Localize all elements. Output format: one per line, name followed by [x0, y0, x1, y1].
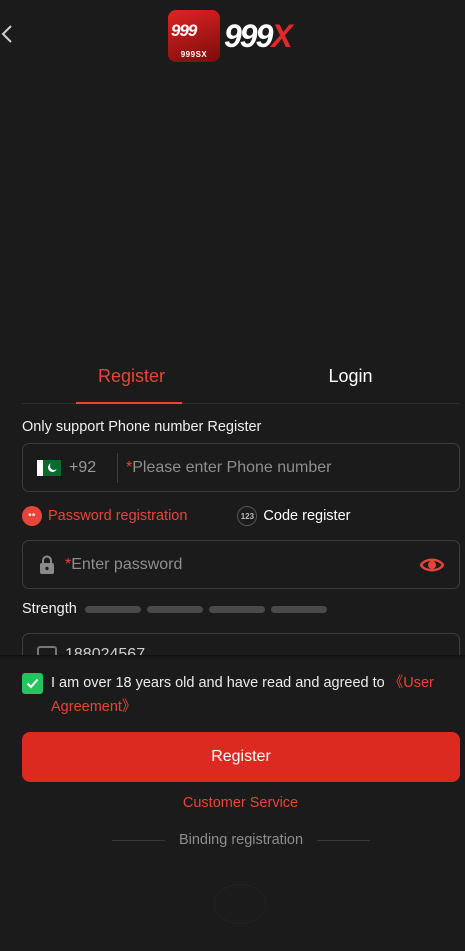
phone-field: +92 * [22, 443, 460, 492]
binding-option-icon[interactable] [214, 884, 266, 924]
tab-login[interactable]: Login [241, 352, 460, 403]
show-password-eye-icon[interactable] [419, 552, 445, 578]
strength-bar [208, 605, 265, 613]
password-registration-option[interactable]: ** Password registration [22, 506, 187, 526]
country-code[interactable]: +92 [69, 459, 109, 477]
back-button[interactable] [0, 22, 14, 46]
password-method-icon: ** [22, 506, 42, 526]
customer-service-link[interactable]: Customer Service [0, 795, 465, 811]
tab-register[interactable]: Register [22, 352, 241, 404]
strength-label: Strength [22, 601, 77, 617]
brand-logo: 999 999SX 999X [168, 10, 293, 62]
binding-registration: Binding registration [112, 832, 371, 848]
referral-field[interactable]: 188024567 [22, 633, 460, 655]
logo-badge: 999 999SX [168, 10, 220, 62]
register-button[interactable]: Register [22, 732, 460, 782]
agreement-text: I am over 18 years old and have read and… [51, 671, 442, 719]
agreement-statement: I am over 18 years old and have read and… [51, 675, 389, 691]
logo-word-main: 999 [224, 17, 273, 54]
lock-icon [39, 555, 55, 575]
strength-bar [84, 605, 141, 613]
password-field: * [22, 540, 460, 589]
check-icon [26, 678, 39, 689]
register-methods: ** Password registration 123 Code regist… [22, 505, 460, 527]
code-method-label: Code register [263, 508, 351, 524]
field-divider [117, 452, 118, 483]
phone-input[interactable] [132, 444, 459, 491]
agreement-row: I am over 18 years old and have read and… [22, 673, 442, 719]
divider-line [317, 839, 371, 841]
logo-badge-top: 999 [171, 21, 197, 40]
logo-wordmark: 999X [224, 17, 293, 55]
logo-word-accent: X [271, 17, 292, 54]
logo-badge-bottom: 999SX [180, 50, 208, 59]
strength-bar [270, 605, 327, 613]
referral-value: 188024567 [65, 646, 146, 655]
code-register-option[interactable]: 123 Code register [237, 506, 350, 526]
password-method-label: Password registration [48, 508, 188, 524]
binding-registration-label: Binding registration [178, 832, 304, 848]
chevron-left-icon [1, 25, 12, 43]
register-hint: Only support Phone number Register [22, 419, 262, 435]
auth-tabs: Register Login [22, 352, 460, 404]
code-method-icon: 123 [237, 506, 258, 526]
referral-icon [37, 646, 57, 655]
strength-bar [146, 605, 203, 613]
password-input[interactable] [71, 541, 419, 588]
password-strength: Strength [22, 601, 333, 617]
agreement-checkbox[interactable] [22, 673, 43, 694]
pakistan-flag-icon[interactable] [37, 459, 61, 476]
divider-line [112, 839, 165, 841]
